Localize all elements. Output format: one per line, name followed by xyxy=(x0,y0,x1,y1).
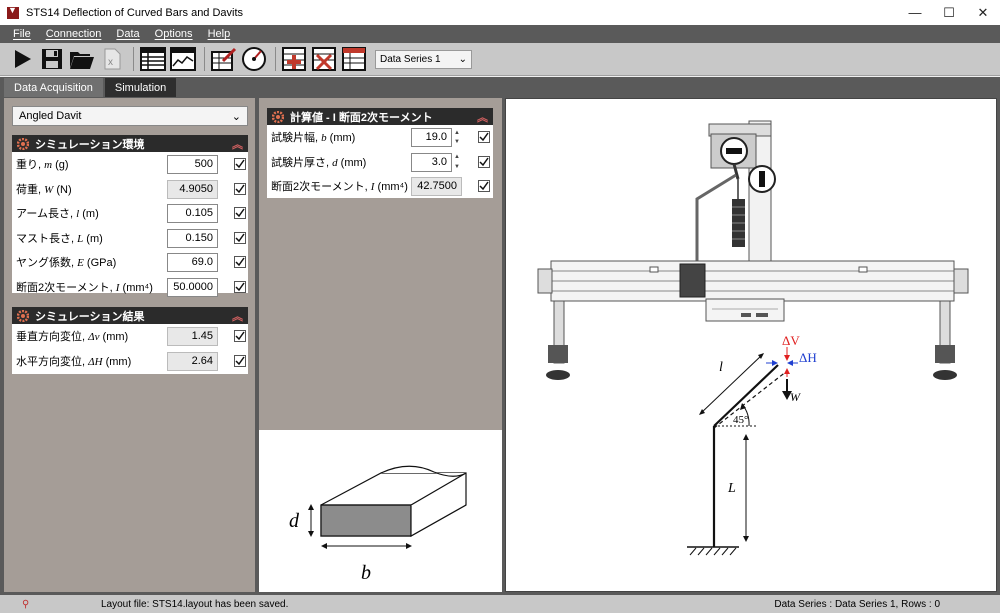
parameter-row: ヤング係数, E (GPa) 69.0 xyxy=(12,250,248,275)
menu-connection[interactable]: Connection xyxy=(46,28,102,40)
angle-label: 45° xyxy=(733,414,748,426)
parameter-value-field[interactable]: 3.0 xyxy=(411,152,452,172)
save-icon[interactable] xyxy=(38,45,66,73)
parameter-value-field[interactable]: 69.0 xyxy=(167,253,218,272)
include-checkbox[interactable] xyxy=(234,158,246,170)
parameter-row: 断面2次モーメント, I (mm⁴) 50.0000 xyxy=(12,275,248,300)
add-row-icon[interactable] xyxy=(281,45,309,73)
spinner-icon[interactable]: ▲ ▼ xyxy=(452,153,462,172)
title-bar: STS14 Deflection of Curved Bars and Davi… xyxy=(0,0,1000,25)
include-checkbox[interactable] xyxy=(234,354,246,367)
edit-table-icon[interactable] xyxy=(210,45,238,73)
tab-simulation[interactable]: Simulation xyxy=(104,78,177,97)
excel-icon[interactable]: x xyxy=(98,45,126,73)
menu-file[interactable]: File xyxy=(13,28,31,40)
parameter-value-field[interactable]: 50.0000 xyxy=(167,277,218,297)
chevron-down-icon: ⌄ xyxy=(231,110,241,123)
panel-title: 計算値 - I 断面2次モーメント xyxy=(290,111,433,124)
simulation-results-panel: シミュレーション結果 ︽ 垂直方向変位, Δv (mm) 1.45 水平方向変位, … xyxy=(12,307,248,374)
svg-text:x: x xyxy=(108,57,113,68)
open-icon[interactable] xyxy=(68,45,96,73)
parameter-row: マスト長さ, L (m) 0.150 xyxy=(12,226,248,251)
panel-title: シミュレーション結果 xyxy=(35,310,145,323)
delta-v-label: ΔV xyxy=(782,333,800,348)
tab-data-acquisition[interactable]: Data Acquisition xyxy=(4,78,103,97)
parameter-value-field[interactable]: 500 xyxy=(167,155,218,174)
include-checkbox[interactable] xyxy=(234,330,246,342)
menu-help[interactable]: Help xyxy=(208,28,231,40)
status-message: Layout file: STS14.layout has been saved… xyxy=(101,598,289,610)
include-checkbox[interactable] xyxy=(234,280,246,293)
minimize-button[interactable]: — xyxy=(898,0,932,25)
include-checkbox[interactable] xyxy=(234,207,246,219)
delete-row-icon[interactable] xyxy=(311,45,339,73)
collapse-icon[interactable]: ︽ xyxy=(232,308,243,324)
chart-icon[interactable] xyxy=(169,45,197,73)
include-checkbox[interactable] xyxy=(478,131,490,143)
model-select[interactable]: Angled Davit ⌄ xyxy=(12,106,248,126)
data-series-select[interactable]: Data Series 1 ⌄ xyxy=(375,49,472,69)
parameter-row: 垂直方向変位, Δv (mm) 1.45 xyxy=(12,324,248,349)
include-checkbox[interactable] xyxy=(478,155,490,168)
mast-length-label: L xyxy=(727,481,736,496)
collapse-icon[interactable]: ︽ xyxy=(232,136,243,152)
specimen-thickness-label: d xyxy=(289,510,300,532)
status-bar: ⚲ Layout file: STS14.layout has been sav… xyxy=(0,595,1000,613)
main-content: Angled Davit ⌄ シミュレーション環境 ︽ 重り, m (g) 500… xyxy=(0,97,1000,595)
menu-bar: File Connection Data Options Help xyxy=(0,25,1000,43)
window-title: STS14 Deflection of Curved Bars and Davi… xyxy=(26,6,244,19)
usb-icon: ⚲ xyxy=(22,598,30,610)
menu-options[interactable]: Options xyxy=(155,28,193,40)
menu-data[interactable]: Data xyxy=(116,28,139,40)
close-button[interactable]: ✕ xyxy=(966,0,1000,25)
include-checkbox[interactable] xyxy=(478,180,490,192)
load-label: W xyxy=(790,390,801,404)
parameter-value-field[interactable]: 4.9050 xyxy=(167,179,218,199)
series-status: Data Series : Data Series 1, Rows : 0 xyxy=(774,598,940,610)
parameter-value-field[interactable]: 19.0 xyxy=(411,128,452,147)
calculation-pane: 計算値 - I 断面2次モーメント ︽ 試験片幅, b (mm) 19.0 ▲ ▼ 試験… xyxy=(259,98,502,592)
parameter-value-field[interactable]: 42.7500 xyxy=(411,177,462,196)
table-icon[interactable] xyxy=(139,45,167,73)
collapse-icon[interactable]: ︽ xyxy=(477,109,488,125)
parameter-row: 試験片幅, b (mm) 19.0 ▲ ▼ xyxy=(267,125,493,150)
parameter-row: 荷重, W (N) 4.9050 xyxy=(12,177,248,202)
model-select-value: Angled Davit xyxy=(19,110,82,122)
parameter-row: 重り, m (g) 500 xyxy=(12,152,248,177)
parameter-row: 断面2次モーメント, I (mm⁴) 42.7500 xyxy=(267,174,493,199)
gauge-icon[interactable] xyxy=(240,45,268,73)
gear-icon xyxy=(271,110,285,124)
run-icon[interactable] xyxy=(8,45,36,73)
parameter-row: 水平方向変位, ΔH (mm) 2.64 xyxy=(12,349,248,374)
calculated-values-panel: 計算値 - I 断面2次モーメント ︽ 試験片幅, b (mm) 19.0 ▲ ▼ 試験… xyxy=(267,108,493,198)
arm-length-label: l xyxy=(719,360,723,375)
parameter-value-field[interactable]: 0.105 xyxy=(167,204,218,223)
apparatus-illustration: ΔV ΔH l W 45° L xyxy=(537,120,969,556)
specimen-diagram: d b xyxy=(259,430,502,592)
include-checkbox[interactable] xyxy=(234,231,246,244)
tab-bar: Data Acquisition Simulation xyxy=(0,77,1000,97)
delta-h-label: ΔH xyxy=(799,350,817,365)
parameter-value-field[interactable]: 0.150 xyxy=(167,228,218,248)
chevron-down-icon: ⌄ xyxy=(458,53,467,65)
toolbar: x Data Series 1 ⌄ xyxy=(0,43,1000,76)
panel-title: シミュレーション環境 xyxy=(35,138,145,151)
include-checkbox[interactable] xyxy=(234,256,246,268)
gear-icon xyxy=(16,137,30,151)
app-icon xyxy=(7,5,19,19)
specimen-width-label: b xyxy=(361,562,371,584)
parameter-value-field[interactable]: 1.45 xyxy=(167,327,218,346)
data-series-value: Data Series 1 xyxy=(380,53,441,65)
parameter-row: アーム長さ, l (m) 0.105 xyxy=(12,201,248,226)
simulation-left-pane: Angled Davit ⌄ シミュレーション環境 ︽ 重り, m (g) 500… xyxy=(4,98,255,592)
table-settings-icon[interactable] xyxy=(341,45,369,73)
maximize-button[interactable]: ☐ xyxy=(932,0,966,25)
gear-icon xyxy=(16,309,30,323)
simulation-environment-panel: シミュレーション環境 ︽ 重り, m (g) 500 荷重, W (N) 4.9050… xyxy=(12,135,248,297)
parameter-value-field[interactable]: 2.64 xyxy=(167,351,218,371)
include-checkbox[interactable] xyxy=(234,182,246,195)
spinner-icon[interactable]: ▲ ▼ xyxy=(452,128,462,147)
parameter-row: 試験片厚さ, d (mm) 3.0 ▲ ▼ xyxy=(267,150,493,175)
apparatus-view: ΔV ΔH l W 45° L xyxy=(505,98,997,592)
